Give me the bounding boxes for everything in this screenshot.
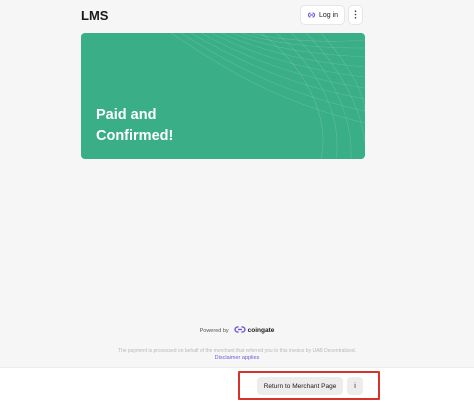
login-label: Log in [318, 11, 339, 19]
powered-by: Powered by coingate [0, 326, 474, 335]
coingate-logo[interactable]: coingate [233, 326, 275, 335]
kebab-menu-icon [354, 6, 357, 24]
more-options-button[interactable] [348, 5, 363, 25]
status-title: Paid and Confirmed! [96, 105, 216, 147]
legal-notice: The payment is processed on behalf of th… [117, 348, 357, 354]
return-to-merchant-button[interactable]: Return to Merchant Page [257, 377, 343, 395]
coingate-wordmark: coingate [247, 327, 275, 334]
status-title-line-1: Paid and [96, 107, 157, 123]
payment-status-card: Paid and Confirmed! [81, 33, 365, 159]
coingate-logo-icon [233, 326, 246, 335]
powered-by-label: Powered by [199, 327, 229, 334]
login-button[interactable]: Log in [300, 5, 345, 25]
merchant-name: LMS [81, 8, 109, 23]
status-title-line-2: Confirmed! [96, 128, 174, 144]
invoice-page: LMS Log in Paid and Confirmed! Powered b… [0, 0, 474, 402]
bottom-action-bar [0, 367, 474, 402]
disclaimer-link[interactable]: Disclaimer applies [0, 355, 474, 361]
coingate-link-icon [307, 12, 316, 18]
info-button[interactable]: i [347, 377, 363, 395]
